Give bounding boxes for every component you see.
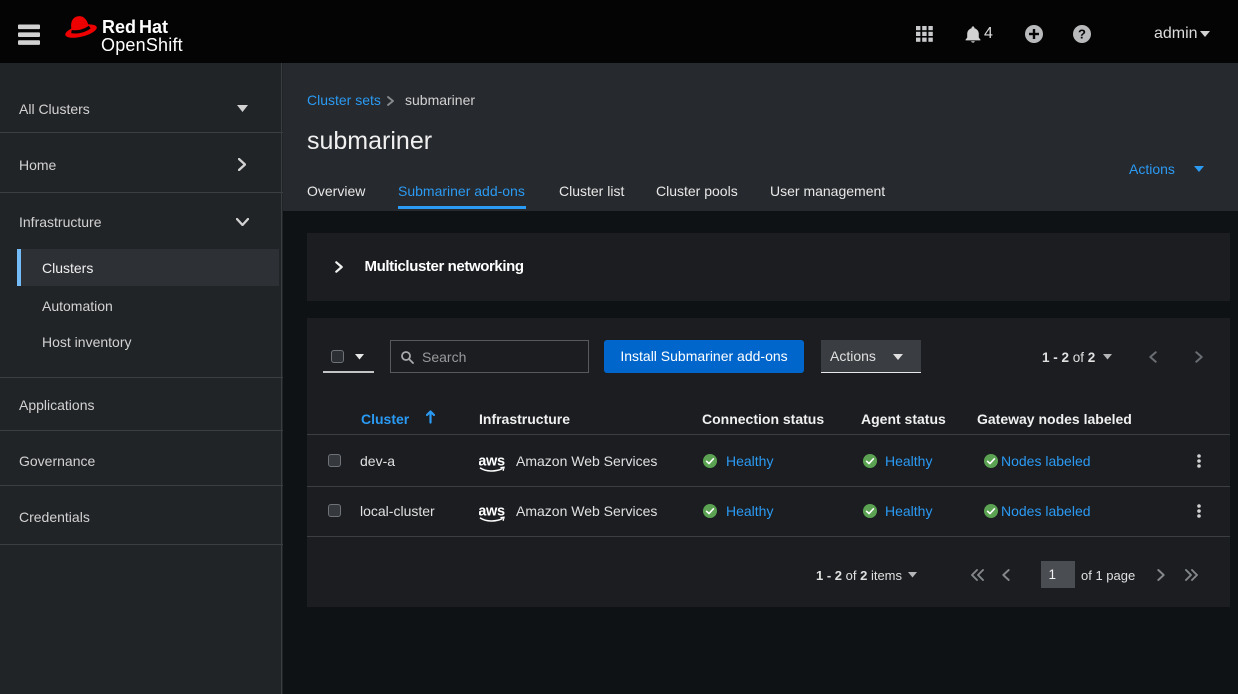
svg-text:?: ? — [1078, 26, 1086, 41]
